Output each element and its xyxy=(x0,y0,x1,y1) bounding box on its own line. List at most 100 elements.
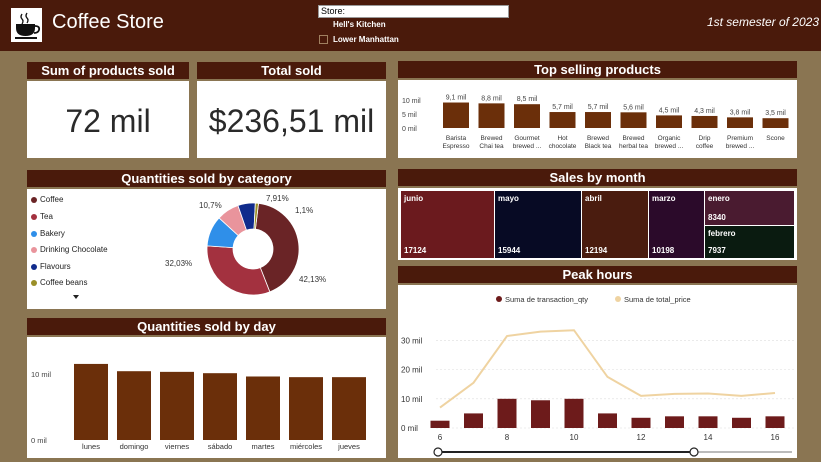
range-slider-handle-end[interactable] xyxy=(689,447,699,457)
bar xyxy=(727,117,753,128)
y-tick-label: 30 mil xyxy=(401,336,423,345)
data-label: 5,7 mil xyxy=(588,104,609,111)
month-value: 12194 xyxy=(585,246,608,255)
header-bar: Coffee Store Store: Hell's Kitchen Lower… xyxy=(0,0,821,51)
kpi-products-title: Sum of products sold xyxy=(27,62,189,79)
month-cell-enero[interactable]: enero 8340 xyxy=(705,191,794,225)
range-slider-handle-start[interactable] xyxy=(433,447,443,457)
store-slicer-label[interactable]: Store: xyxy=(318,5,509,18)
bar xyxy=(246,376,280,440)
x-tick-label: Espresso xyxy=(442,143,469,150)
store-option-hells-kitchen[interactable]: Hell's Kitchen xyxy=(319,20,386,29)
x-tick-label: brewed ... xyxy=(726,143,755,150)
slice-label: 7,91% xyxy=(266,194,289,203)
month-label: marzo xyxy=(652,194,676,203)
kpi-total-card: $236,51 mil xyxy=(197,81,386,158)
x-tick-label: martes xyxy=(252,442,275,451)
bar xyxy=(631,417,651,428)
y-tick-label: 0 mil xyxy=(401,424,418,433)
x-tick-label: Scone xyxy=(766,135,785,142)
bar xyxy=(203,373,237,440)
month-label: abril xyxy=(585,194,602,203)
data-label: 9,1 mil xyxy=(446,95,467,102)
bar xyxy=(74,363,108,440)
x-tick-label: chocolate xyxy=(549,143,577,150)
bar xyxy=(732,417,751,428)
legend-label: Suma de total_price xyxy=(624,295,691,304)
top-products-chart: 0 mil 5 mil 10 mil 9,1 mil BaristaEspresso 8,… xyxy=(402,95,789,150)
month-value: 17124 xyxy=(404,246,427,255)
slice-label: 32,03% xyxy=(165,259,192,268)
y-tick-label: 20 mil xyxy=(401,366,423,375)
legend-dot xyxy=(615,296,621,302)
month-label: febrero xyxy=(708,229,736,238)
x-tick-label: miércoles xyxy=(290,442,322,451)
slice-label: 10,7% xyxy=(199,201,222,210)
slice-label: 42,13% xyxy=(299,275,326,284)
bar xyxy=(464,413,483,428)
x-tick-label: herbal tea xyxy=(619,143,648,150)
store-option-label: Hell's Kitchen xyxy=(333,20,386,29)
bar xyxy=(289,377,323,440)
bar xyxy=(332,377,366,440)
category-pie-chart: 42,13% 32,03% 10,7% 7,91% 1,1% xyxy=(165,194,326,296)
month-cell-febrero[interactable]: febrero 7937 xyxy=(705,226,794,258)
bar xyxy=(691,115,718,128)
checkbox-icon[interactable] xyxy=(319,20,328,29)
y-tick-label: 10 mil xyxy=(31,370,51,379)
bar xyxy=(160,371,194,440)
category-title: Quantities sold by category xyxy=(27,170,386,187)
x-tick-label: viernes xyxy=(165,442,189,451)
data-label: 8,5 mil xyxy=(517,96,538,103)
bar xyxy=(478,103,505,128)
y-tick-label: 0 mil xyxy=(31,436,47,445)
kpi-products-card: 72 mil xyxy=(27,81,189,158)
month-label: mayo xyxy=(498,194,519,203)
x-tick-label: 14 xyxy=(704,433,713,442)
months-panel: junio 17124 mayo 15944 abril 12194 marzo 101… xyxy=(398,188,797,260)
legend-label: Suma de transaction_qty xyxy=(505,295,588,304)
data-label: 5,6 mil xyxy=(623,104,644,111)
coffee-cup-icon xyxy=(11,8,42,42)
store-option-lower-manhattan[interactable]: Lower Manhattan xyxy=(319,35,399,44)
data-label: 3,8 mil xyxy=(730,109,751,116)
month-value: 8340 xyxy=(708,213,726,222)
period-label: 1st semester of 2023 xyxy=(706,15,819,29)
x-tick-label: Hot xyxy=(557,135,567,142)
data-label: 3,5 mil xyxy=(765,110,786,117)
month-cell-marzo[interactable]: marzo 10198 xyxy=(649,191,704,258)
pie-slice xyxy=(206,245,271,296)
bar xyxy=(620,112,647,128)
y-tick-label: 10 mil xyxy=(401,395,423,404)
by-day-chart: 0 mil 10 mil lunes domingo viernes sábado mart… xyxy=(31,363,366,451)
month-value: 15944 xyxy=(498,246,521,255)
x-tick-label: Chai tea xyxy=(479,143,504,150)
bar xyxy=(117,371,151,440)
peak-hours-title: Peak hours xyxy=(398,266,797,283)
x-tick-label: brewed ... xyxy=(513,143,542,150)
data-label: 4,5 mil xyxy=(659,107,680,114)
kpi-total-title: Total sold xyxy=(197,62,386,79)
x-tick-label: lunes xyxy=(82,442,100,451)
peak-hours-chart: Suma de transaction_qty Suma de total_pri… xyxy=(401,295,794,457)
top-products-panel: 0 mil 5 mil 10 mil 9,1 mil Barista Espresso 8,… xyxy=(398,80,797,158)
category-panel: Coffee Tea Bakery Drinking Chocolate Fla… xyxy=(27,189,386,309)
x-tick-label: 16 xyxy=(771,433,780,442)
month-label: junio xyxy=(404,194,424,203)
x-tick-label: 6 xyxy=(438,433,443,442)
month-cell-mayo[interactable]: mayo 15944 xyxy=(495,191,581,258)
top-products-title: Top selling products xyxy=(398,61,797,78)
x-tick-label: Drip xyxy=(699,135,711,142)
x-tick-label: coffee xyxy=(696,143,714,150)
month-cell-junio[interactable]: junio 17124 xyxy=(401,191,494,258)
by-day-panel: 0 mil 10 mil lunes domingo viernes sábado mart… xyxy=(27,337,386,458)
bar xyxy=(665,416,684,428)
checkbox-icon[interactable] xyxy=(319,35,328,44)
x-tick-label: jueves xyxy=(337,442,360,451)
month-cell-abril[interactable]: abril 12194 xyxy=(582,191,648,258)
kpi-products-value: 72 mil xyxy=(65,103,151,139)
bar xyxy=(762,118,789,128)
bar xyxy=(443,102,469,128)
legend-dot xyxy=(496,296,502,302)
bar xyxy=(598,413,617,428)
